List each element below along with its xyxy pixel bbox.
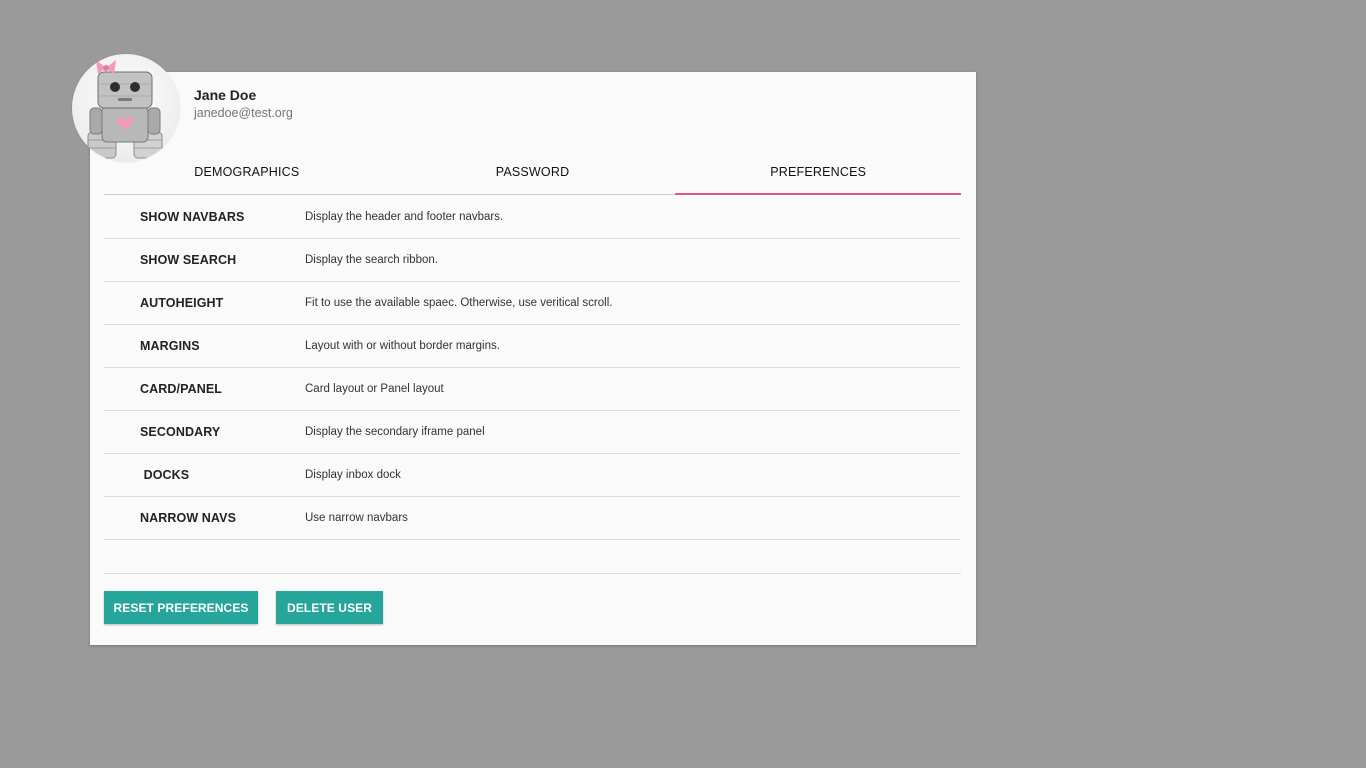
preference-label: AUTOHEIGHT [140, 296, 224, 310]
preference-label: SHOW SEARCH [140, 253, 237, 267]
tab-password[interactable]: PASSWORD [390, 150, 676, 194]
preference-label: NARROW NAVS [140, 511, 237, 525]
tab-preferences[interactable]: PREFERENCES [675, 150, 961, 195]
preference-description: Display the search ribbon. [305, 254, 438, 266]
delete-user-button[interactable]: DELETE USER [276, 591, 383, 624]
preference-label: SHOW NAVBARS [140, 209, 245, 224]
preference-description: Card layout or Panel layout [305, 383, 444, 395]
preference-label: MARGINS [140, 339, 200, 353]
avatar [72, 54, 180, 162]
preference-label: DOCKS [140, 468, 190, 482]
preferences-list: SHOW NAVBARS Display the header and foot… [104, 195, 960, 540]
preference-description: Layout with or without border margins. [305, 340, 500, 352]
preference-description: Display the secondary iframe panel [305, 426, 485, 438]
preference-label: SECONDARY [140, 425, 221, 439]
preference-description: Fit to use the available spaec. Otherwis… [305, 297, 613, 309]
reset-preferences-button[interactable]: RESET PREFERENCES [104, 591, 258, 624]
preference-row-margins[interactable]: MARGINS Layout with or without border ma… [104, 325, 960, 368]
profile-tabs: DEMOGRAPHICS PASSWORD PREFERENCES [104, 150, 961, 195]
preference-row-docks[interactable]: DOCKS Display inbox dock [104, 454, 960, 497]
preference-label: CARD/PANEL [140, 382, 223, 396]
preference-row-show-navbars[interactable]: SHOW NAVBARS Display the header and foot… [104, 195, 960, 239]
footer-divider [104, 573, 961, 574]
robot-plush-avatar-icon [87, 60, 163, 159]
preference-row-card-panel[interactable]: CARD/PANEL Card layout or Panel layout [104, 368, 960, 411]
preference-description: Use narrow navbars [305, 512, 408, 524]
tab-demographics[interactable]: DEMOGRAPHICS [104, 150, 390, 194]
user-email: janedoe@test.org [194, 106, 293, 120]
preference-row-narrow-navs[interactable]: NARROW NAVS Use narrow navbars [104, 497, 960, 540]
user-name: Jane Doe [194, 87, 257, 103]
preference-description: Display the header and footer navbars. [305, 210, 504, 223]
preference-description: Display inbox dock [305, 469, 401, 481]
preference-row-autoheight[interactable]: AUTOHEIGHT Fit to use the available spae… [104, 282, 960, 325]
preference-row-secondary[interactable]: SECONDARY Display the secondary iframe p… [104, 411, 960, 454]
preference-row-show-search[interactable]: SHOW SEARCH Display the search ribbon. [104, 239, 960, 282]
